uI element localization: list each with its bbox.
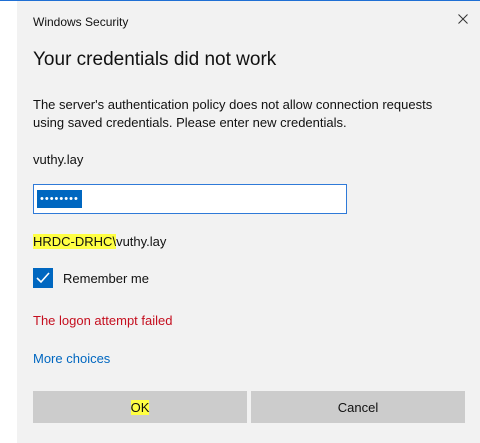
ok-button-label: OK [130, 399, 150, 415]
remember-me-label: Remember me [63, 270, 149, 286]
dialog-message: The server's authentication policy does … [33, 97, 433, 130]
dialog-heading: Your credentials did not work [33, 49, 277, 70]
domain-username: vuthy.lay [116, 234, 167, 249]
password-field[interactable]: •••••••• [33, 184, 347, 214]
error-message: The logon attempt failed [33, 313, 173, 328]
domain-highlight: HRDC-DRHC [33, 234, 113, 249]
checkbox-checked-icon[interactable] [33, 268, 53, 288]
more-choices-link[interactable]: More choices [33, 351, 110, 366]
password-value: •••••••• [37, 190, 82, 208]
close-button[interactable] [452, 9, 474, 31]
windows-security-dialog: Windows Security Your credentials did no… [17, 1, 480, 443]
ok-button[interactable]: OK [33, 391, 247, 423]
cancel-button[interactable]: Cancel [251, 391, 465, 423]
window-title: Windows Security [33, 15, 129, 29]
username-label: vuthy.lay [33, 152, 84, 167]
remember-me-checkbox[interactable]: Remember me [33, 268, 149, 288]
close-icon [458, 11, 468, 29]
domain-user-line: HRDC-DRHC\vuthy.lay [33, 234, 166, 249]
